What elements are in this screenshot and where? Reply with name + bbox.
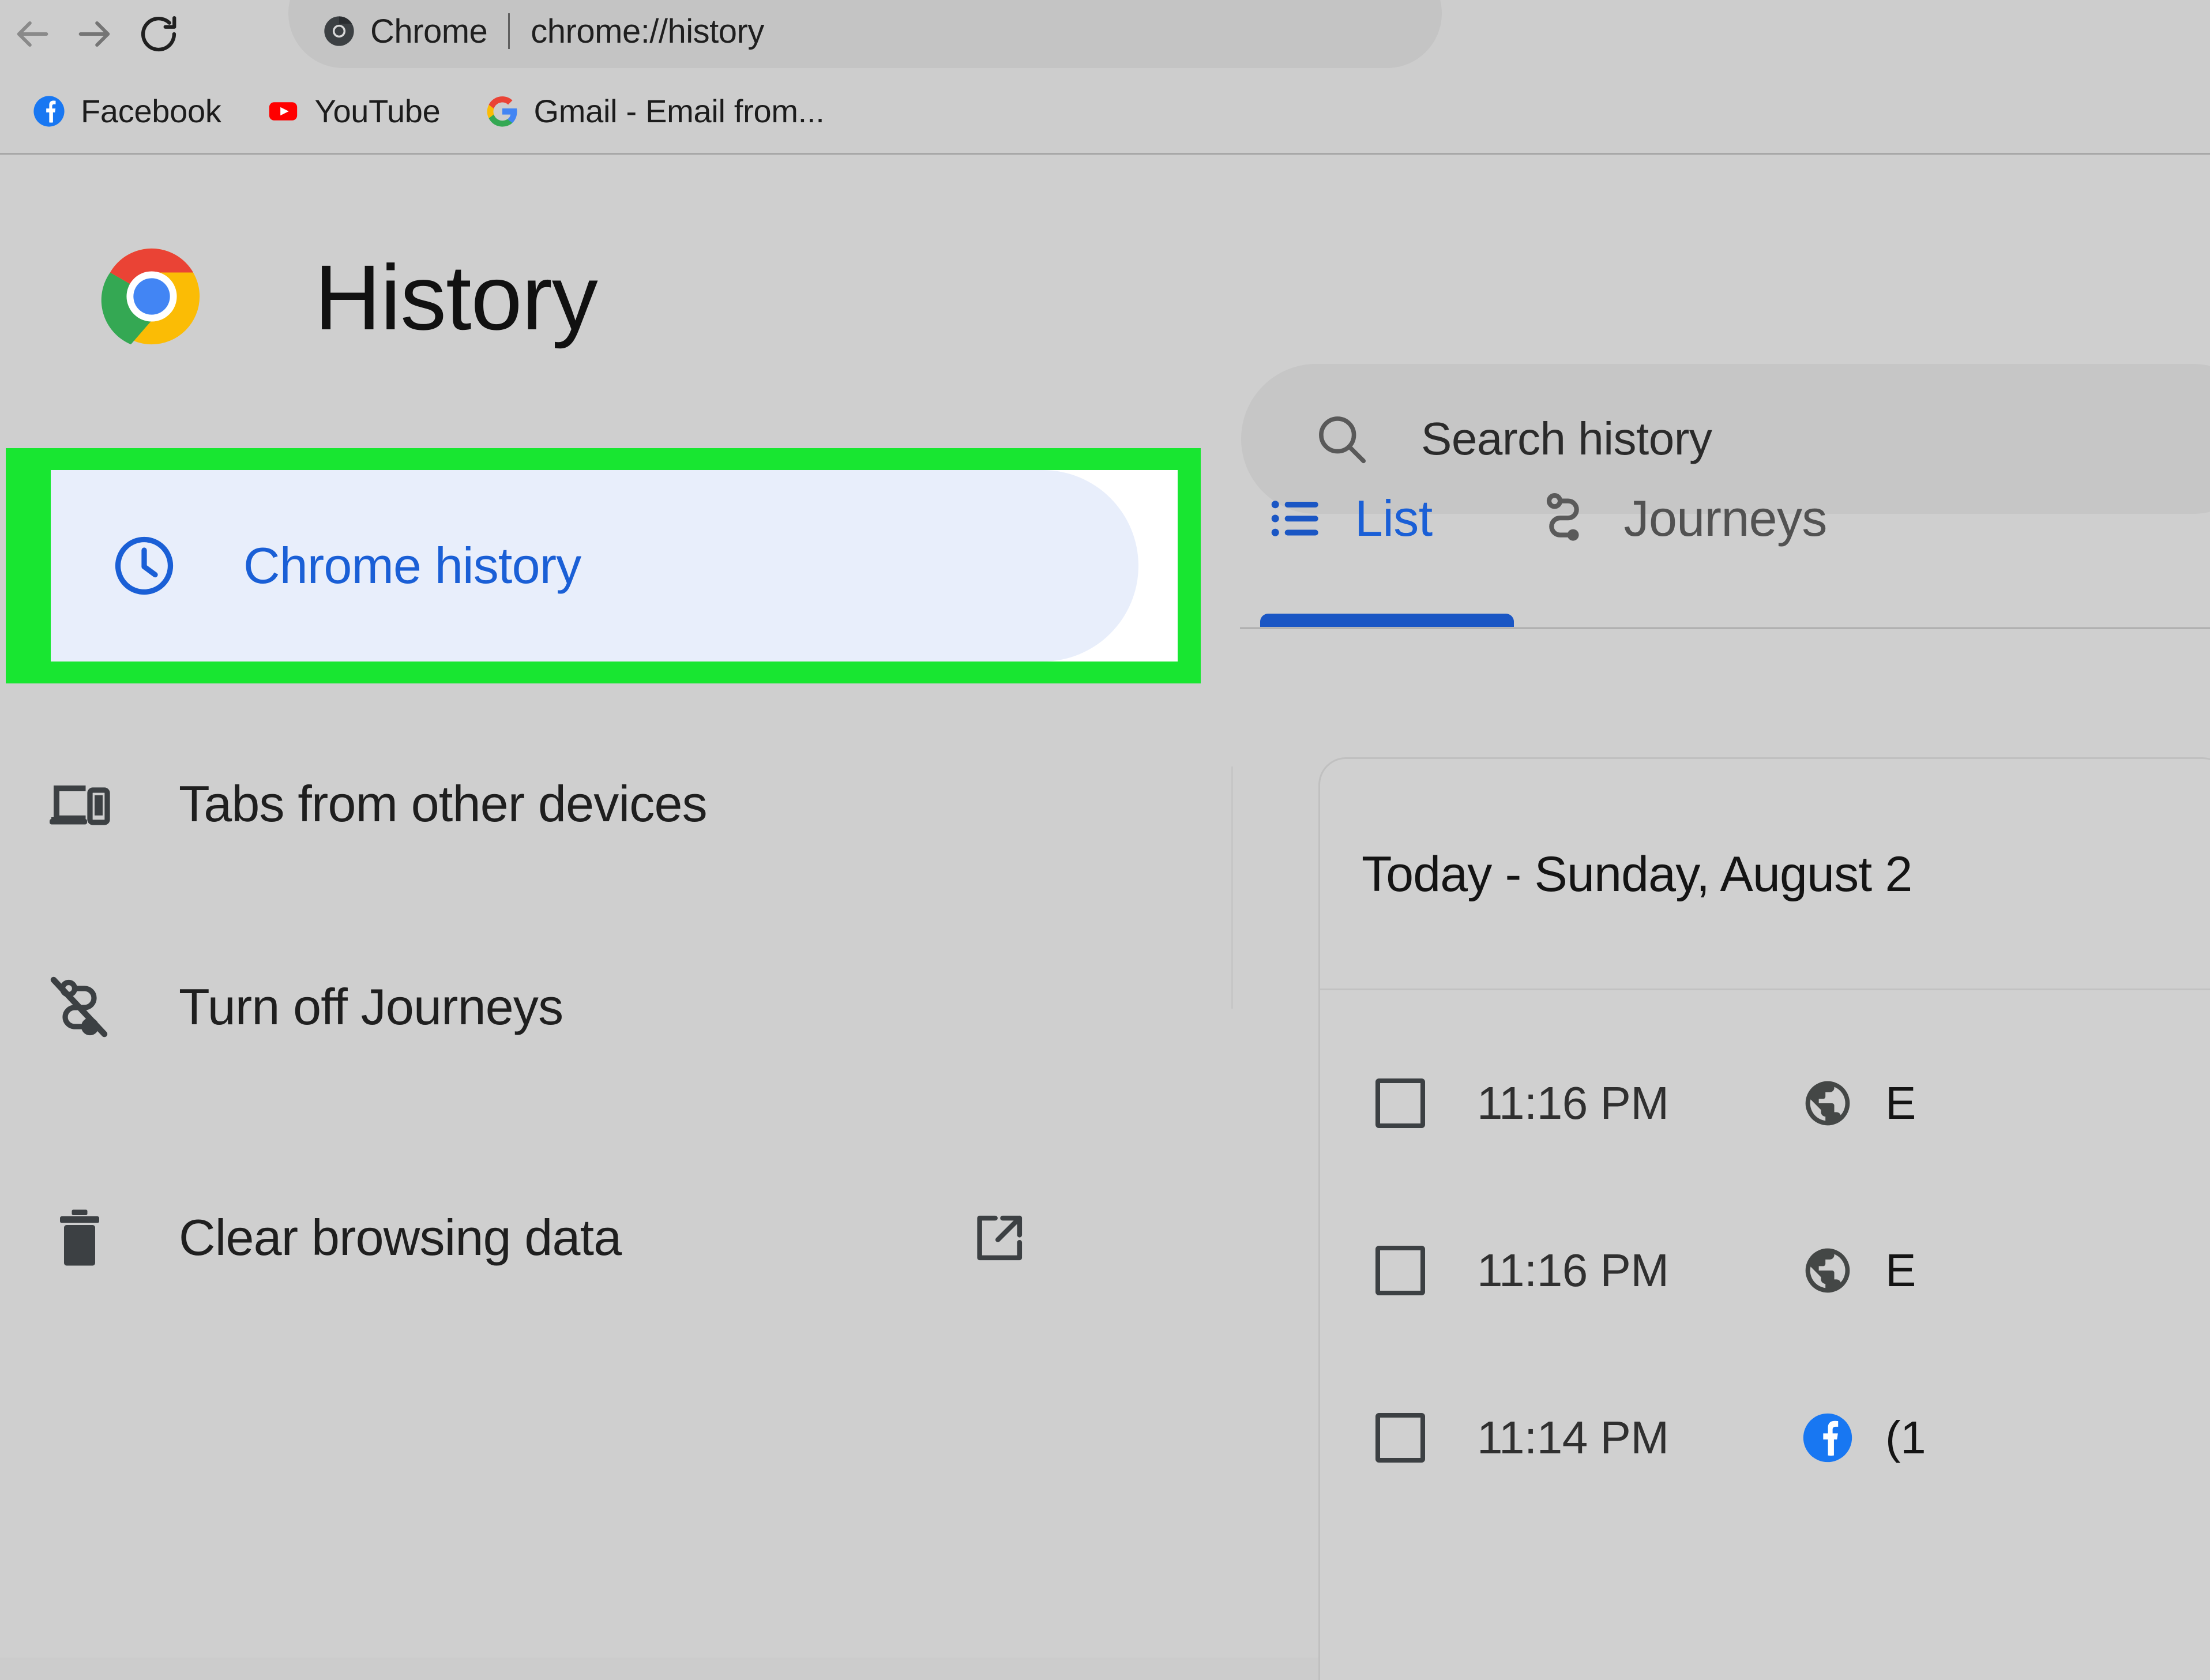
tab-journeys[interactable]: Journeys [1529,461,1832,576]
forward-button[interactable] [63,2,127,66]
globe-icon [1801,1244,1854,1297]
tabs-divider [1240,627,2210,629]
tab-label: List [1355,490,1433,547]
journeys-off-icon [45,972,114,1042]
history-row-checkbox[interactable] [1375,1246,1425,1295]
history-row-time: 11:14 PM [1477,1412,1669,1463]
arrow-left-icon [17,21,48,47]
external-link-icon[interactable] [968,1206,1031,1269]
journeys-icon [1546,493,1579,541]
sidebar-item-turn-off-journeys[interactable]: Turn off Journeys [45,935,1141,1079]
history-row[interactable]: 11:16 PM E [1320,1187,2210,1354]
history-card: Today - Sunday, August 2 11:16 PM E 11:1… [1318,757,2210,1680]
sidebar-item-label: Clear browsing data [179,1209,622,1266]
bookmark-label: Facebook [81,93,221,129]
bookmark-facebook[interactable]: Facebook [29,80,225,143]
history-page: History Chrome history [0,155,2210,1680]
facebook-icon [32,95,66,128]
sidebar-item-clear-browsing-data[interactable]: Clear browsing data [45,1166,1141,1310]
list-icon [1271,501,1318,536]
sidebar: Chrome history Tabs from other devices T… [0,155,1240,1658]
highlight-annotation: Chrome history [6,448,1201,683]
view-tabs: List Journeys [1260,461,2210,628]
address-bar[interactable]: Chrome chrome://history [288,0,1442,68]
history-row-checkbox[interactable] [1375,1078,1425,1128]
bookmark-label: YouTube [314,93,441,129]
history-row[interactable]: 11:14 PM (1 [1320,1354,2210,1521]
bookmark-label: Gmail - Email from... [533,93,825,129]
history-row[interactable]: 11:16 PM E [1320,1020,2210,1187]
globe-icon [1801,1077,1854,1130]
history-group-header-label: Today - Sunday, August 2 [1362,846,1912,902]
history-group-header: Today - Sunday, August 2 [1320,759,2210,990]
history-content: List Journeys Today - Sunday, August 2 1… [1240,155,2210,1680]
sidebar-item-tabs-from-other-devices[interactable]: Tabs from other devices [45,732,1141,876]
history-row-time: 11:16 PM [1477,1245,1669,1296]
history-row-checkbox[interactable] [1375,1413,1425,1463]
reload-icon [141,16,176,52]
google-icon [486,95,519,128]
history-row-title[interactable]: E [1885,1077,1916,1130]
chrome-logo-icon [323,15,355,47]
trash-icon [45,1203,114,1272]
sidebar-item-label: Tabs from other devices [179,775,708,832]
facebook-icon [1801,1411,1854,1464]
omnibox-url: chrome://history [531,12,764,50]
tab-label: Journeys [1623,490,1828,547]
youtube-icon [266,95,300,128]
browser-toolbar: Chrome chrome://history [0,0,2210,68]
tab-list[interactable]: List [1260,461,1437,576]
omnibox-separator [508,13,510,49]
clock-icon [110,531,179,600]
bookmark-youtube[interactable]: YouTube [263,80,444,143]
reload-button[interactable] [127,2,190,66]
bookmark-gmail[interactable]: Gmail - Email from... [482,80,828,143]
history-row-title[interactable]: E [1885,1244,1916,1297]
sidebar-item-chrome-history[interactable]: Chrome history [51,470,1138,662]
omnibox-site-label: Chrome [370,12,488,50]
sidebar-item-label: Chrome history [243,537,581,594]
sidebar-item-label: Turn off Journeys [179,978,563,1035]
bookmarks-bar: Facebook YouTube Gmail - Email from... [0,68,2210,154]
arrow-right-icon [78,21,110,47]
devices-icon [45,769,114,839]
browser-chrome: Chrome chrome://history Facebook YouTube… [0,0,2210,155]
card-divider [1320,989,2210,990]
back-button[interactable] [0,2,63,66]
content-left-rail [1231,766,1233,1009]
history-row-title[interactable]: (1 [1885,1411,1926,1464]
history-row-time: 11:16 PM [1477,1077,1669,1129]
